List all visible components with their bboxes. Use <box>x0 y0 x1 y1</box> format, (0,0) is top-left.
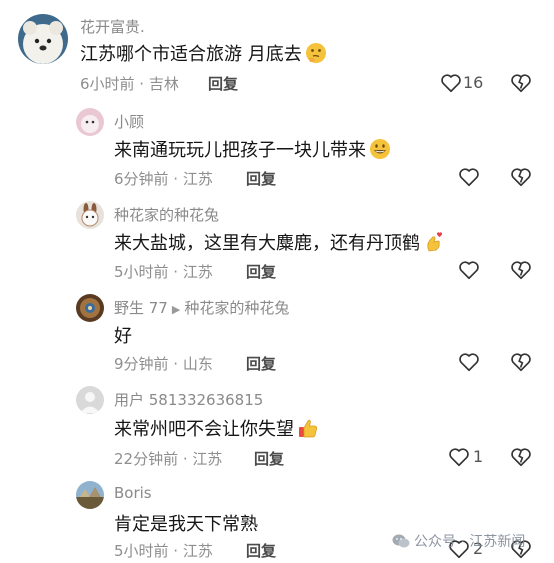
comment-item: 小顾 来南通玩玩儿把孩子一块儿带来 6分钟前 · 江苏 回复 <box>0 108 554 188</box>
reply-button[interactable]: 回复 <box>246 353 276 374</box>
comment-author[interactable]: 小顾 <box>114 111 144 132</box>
comment-item: 野生 77 ▶ 种花家的种花兔 好 9分钟前 · 山东 回复 <box>0 294 554 374</box>
like-count: 16 <box>463 73 484 92</box>
comment-text: 肯定是我天下常熟 <box>114 514 258 535</box>
comment-author-name: 野生 77 <box>114 299 168 317</box>
heart-icon[interactable] <box>458 351 480 373</box>
broken-heart-icon[interactable] <box>510 446 532 468</box>
reply-button[interactable]: 回复 <box>246 261 276 282</box>
comment-author[interactable]: Boris <box>114 484 152 502</box>
finger-heart-emoji <box>427 232 443 252</box>
comment-item: 种花家的种花兔 来大盐城，这里有大麋鹿，还有丹顶鹤 5小时前 · 江苏 回复 <box>0 201 554 281</box>
avatar[interactable] <box>76 294 104 322</box>
comment-author[interactable]: 种花家的种花兔 <box>114 204 219 225</box>
broken-heart-icon[interactable] <box>510 351 532 373</box>
thinking-face-emoji <box>305 43 326 63</box>
comment-meta: 9分钟前 · 山东 <box>114 355 213 373</box>
comment-meta: 22分钟前 · 江苏 <box>114 450 223 468</box>
comment-author[interactable]: 用户 581332636815 <box>114 389 263 410</box>
avatar[interactable] <box>76 108 104 136</box>
comment-meta: 5小时前 · 江苏 <box>114 263 213 281</box>
avatar[interactable] <box>76 481 104 509</box>
broken-heart-icon[interactable] <box>510 166 532 188</box>
comment-text-content: 来常州吧不会让你失望 <box>114 419 294 440</box>
heart-icon[interactable] <box>440 72 462 94</box>
avatar[interactable] <box>76 201 104 229</box>
avatar[interactable] <box>76 386 104 414</box>
watermark: 公众号 · 江苏新闻 <box>392 531 525 551</box>
thumbs-up-emoji <box>299 419 317 438</box>
comment-text-content: 来南通玩玩儿把孩子一块儿带来 <box>114 140 366 161</box>
watermark-text: 公众号 · 江苏新闻 <box>414 534 526 550</box>
reply-button[interactable]: 回复 <box>254 448 284 469</box>
reply-button[interactable]: 回复 <box>208 73 238 94</box>
comment-text: 来常州吧不会让你失望 <box>114 415 319 441</box>
avatar[interactable] <box>18 14 68 64</box>
comment-text: 江苏哪个市适合旅游 月底去 <box>80 40 327 66</box>
comment-text: 来大盐城，这里有大麋鹿，还有丹顶鹤 <box>114 229 445 255</box>
comment-text-content: 江苏哪个市适合旅游 月底去 <box>80 44 302 65</box>
comment-meta: 6分钟前 · 江苏 <box>114 170 213 188</box>
broken-heart-icon[interactable] <box>510 72 532 94</box>
heart-icon[interactable] <box>448 446 470 468</box>
comment-meta: 5小时前 · 江苏 <box>114 542 213 560</box>
comment-item: 用户 581332636815 来常州吧不会让你失望 22分钟前 · 江苏 回复… <box>0 386 554 469</box>
comment-text-content: 来大盐城，这里有大麋鹿，还有丹顶鹤 <box>114 233 420 254</box>
comment-meta: 6小时前 · 吉林 <box>80 75 179 93</box>
reply-button[interactable]: 回复 <box>246 168 276 189</box>
grinning-face-emoji <box>370 139 390 159</box>
comment-text: 好 <box>114 326 132 347</box>
heart-icon[interactable] <box>458 259 480 281</box>
wechat-icon <box>392 534 410 548</box>
comment-author[interactable]: 花开富贵. <box>80 16 145 37</box>
like-count: 1 <box>473 447 484 466</box>
broken-heart-icon[interactable] <box>510 259 532 281</box>
comment-item: 花开富贵. 江苏哪个市适合旅游 月底去 6小时前 · 吉林 回复 16 <box>0 14 554 94</box>
comment-author[interactable]: 野生 77 ▶ 种花家的种花兔 <box>114 297 289 318</box>
comment-text: 来南通玩玩儿把孩子一块儿带来 <box>114 136 391 162</box>
reply-to-name[interactable]: 种花家的种花兔 <box>184 299 289 317</box>
reply-button[interactable]: 回复 <box>246 540 276 561</box>
heart-icon[interactable] <box>458 166 480 188</box>
reply-arrow-icon: ▶ <box>171 303 181 316</box>
